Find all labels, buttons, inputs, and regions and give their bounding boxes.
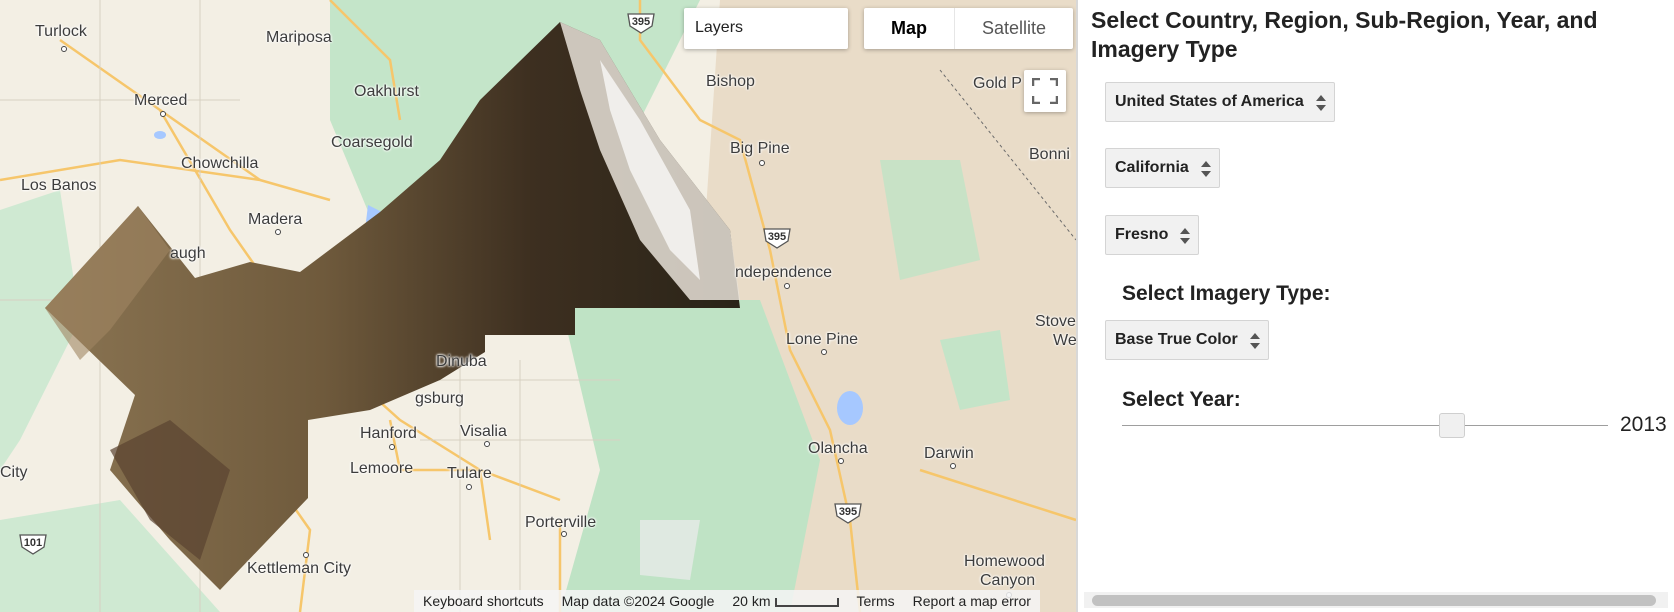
map-type-satellite-button[interactable]: Satellite <box>955 8 1073 49</box>
place-marker <box>484 441 490 447</box>
place-label: Chowchilla <box>181 155 259 172</box>
place-label: Turlock <box>35 23 87 40</box>
year-heading: Select Year: <box>1122 388 1241 411</box>
place-label: Lone Pine <box>786 331 859 348</box>
place-label: Mariposa <box>266 29 332 46</box>
year-slider-thumb[interactable] <box>1439 413 1466 438</box>
place-label: Stove <box>1035 313 1076 330</box>
fullscreen-button[interactable] <box>1024 70 1066 112</box>
place-marker <box>784 283 790 289</box>
place-label: Bonni <box>1029 146 1070 163</box>
map-type-control: Map Satellite <box>864 8 1074 49</box>
place-marker <box>950 463 956 469</box>
imagery-type-heading: Select Imagery Type: <box>1122 282 1331 305</box>
place-label: Lemoore <box>350 460 414 477</box>
place-label: We <box>1053 332 1076 349</box>
place-marker <box>275 229 281 235</box>
select-arrows-icon <box>1315 95 1326 111</box>
place-marker <box>821 349 827 355</box>
place-label: Hanford <box>360 425 417 442</box>
place-marker <box>561 531 567 537</box>
layers-dropdown[interactable]: Layers <box>684 8 848 49</box>
map-canvas[interactable]: Turlock Mariposa Merced Oakhurst Coarseg… <box>0 0 1076 612</box>
country-select[interactable]: United States of America <box>1105 82 1335 122</box>
panel-title: Select Country, Region, Sub-Region, Year… <box>1091 7 1598 62</box>
region-select-value: California <box>1115 159 1189 176</box>
place-label: augh <box>170 245 206 262</box>
highway-shield-icon: 395 <box>833 502 863 524</box>
place-label: Canyon <box>980 572 1036 589</box>
year-slider-track[interactable] <box>1122 425 1608 426</box>
scrollbar-thumb[interactable] <box>1092 595 1656 606</box>
layers-label: Layers <box>695 19 744 36</box>
map-data-attribution: Map data ©2024 Google <box>561 593 715 609</box>
place-label: Darwin <box>924 445 974 462</box>
terms-link[interactable]: Terms <box>848 593 904 609</box>
year-value: 2013 <box>1620 413 1667 436</box>
place-label: Gold P <box>973 75 1022 92</box>
scale-bar <box>774 597 839 607</box>
place-marker <box>466 484 472 490</box>
place-marker <box>389 444 395 450</box>
place-label: ndependence <box>735 264 832 281</box>
place-label: Tulare <box>447 465 492 482</box>
subregion-select-value: Fresno <box>1115 226 1169 243</box>
place-label: Coarsegold <box>331 134 413 151</box>
place-label: Porterville <box>525 514 597 531</box>
place-label: Oakhurst <box>354 83 419 100</box>
place-label: Kettleman City <box>247 560 352 577</box>
select-arrows-icon <box>1200 161 1211 177</box>
place-label: Los Banos <box>21 177 97 194</box>
place-marker <box>759 160 765 166</box>
place-marker <box>303 552 309 558</box>
place-label: gsburg <box>415 390 464 407</box>
scale-indicator[interactable]: 20 km <box>723 593 847 609</box>
country-select-value: United States of America <box>1115 93 1304 110</box>
fullscreen-icon <box>1032 78 1058 104</box>
place-label: Dinuba <box>436 353 487 370</box>
highway-shield-icon: 395 <box>626 12 656 34</box>
horizontal-scrollbar[interactable] <box>1084 592 1668 608</box>
scale-label: 20 km <box>732 593 771 609</box>
place-label: Bishop <box>706 73 755 90</box>
place-label: Merced <box>134 92 188 109</box>
imagery-type-select-value: Base True Color <box>1115 331 1238 348</box>
place-label: City <box>0 464 28 481</box>
imagery-type-select[interactable]: Base True Color <box>1105 320 1269 360</box>
place-label: Madera <box>248 211 303 228</box>
place-label: Big Pine <box>730 140 790 157</box>
highway-shield-icon: 101 <box>18 533 48 555</box>
place-marker <box>160 111 166 117</box>
keyboard-shortcuts-link[interactable]: Keyboard shortcuts <box>414 593 553 609</box>
highway-shield-icon: 395 <box>762 227 792 249</box>
place-marker <box>61 46 67 52</box>
place-label: Visalia <box>460 423 507 440</box>
map-type-map-button[interactable]: Map <box>864 8 955 49</box>
subregion-select[interactable]: Fresno <box>1105 215 1200 255</box>
select-arrows-icon <box>1180 228 1191 244</box>
control-panel: Select Country, Region, Sub-Region, Year… <box>1076 0 1674 612</box>
select-arrows-icon <box>1249 333 1260 349</box>
report-map-error-link[interactable]: Report a map error <box>904 593 1040 609</box>
place-label: Olancha <box>808 440 868 457</box>
place-label: Homewood <box>964 553 1045 570</box>
map-footer: Keyboard shortcuts Map data ©2024 Google… <box>414 590 1040 612</box>
place-marker <box>838 458 844 464</box>
region-select[interactable]: California <box>1105 148 1220 188</box>
